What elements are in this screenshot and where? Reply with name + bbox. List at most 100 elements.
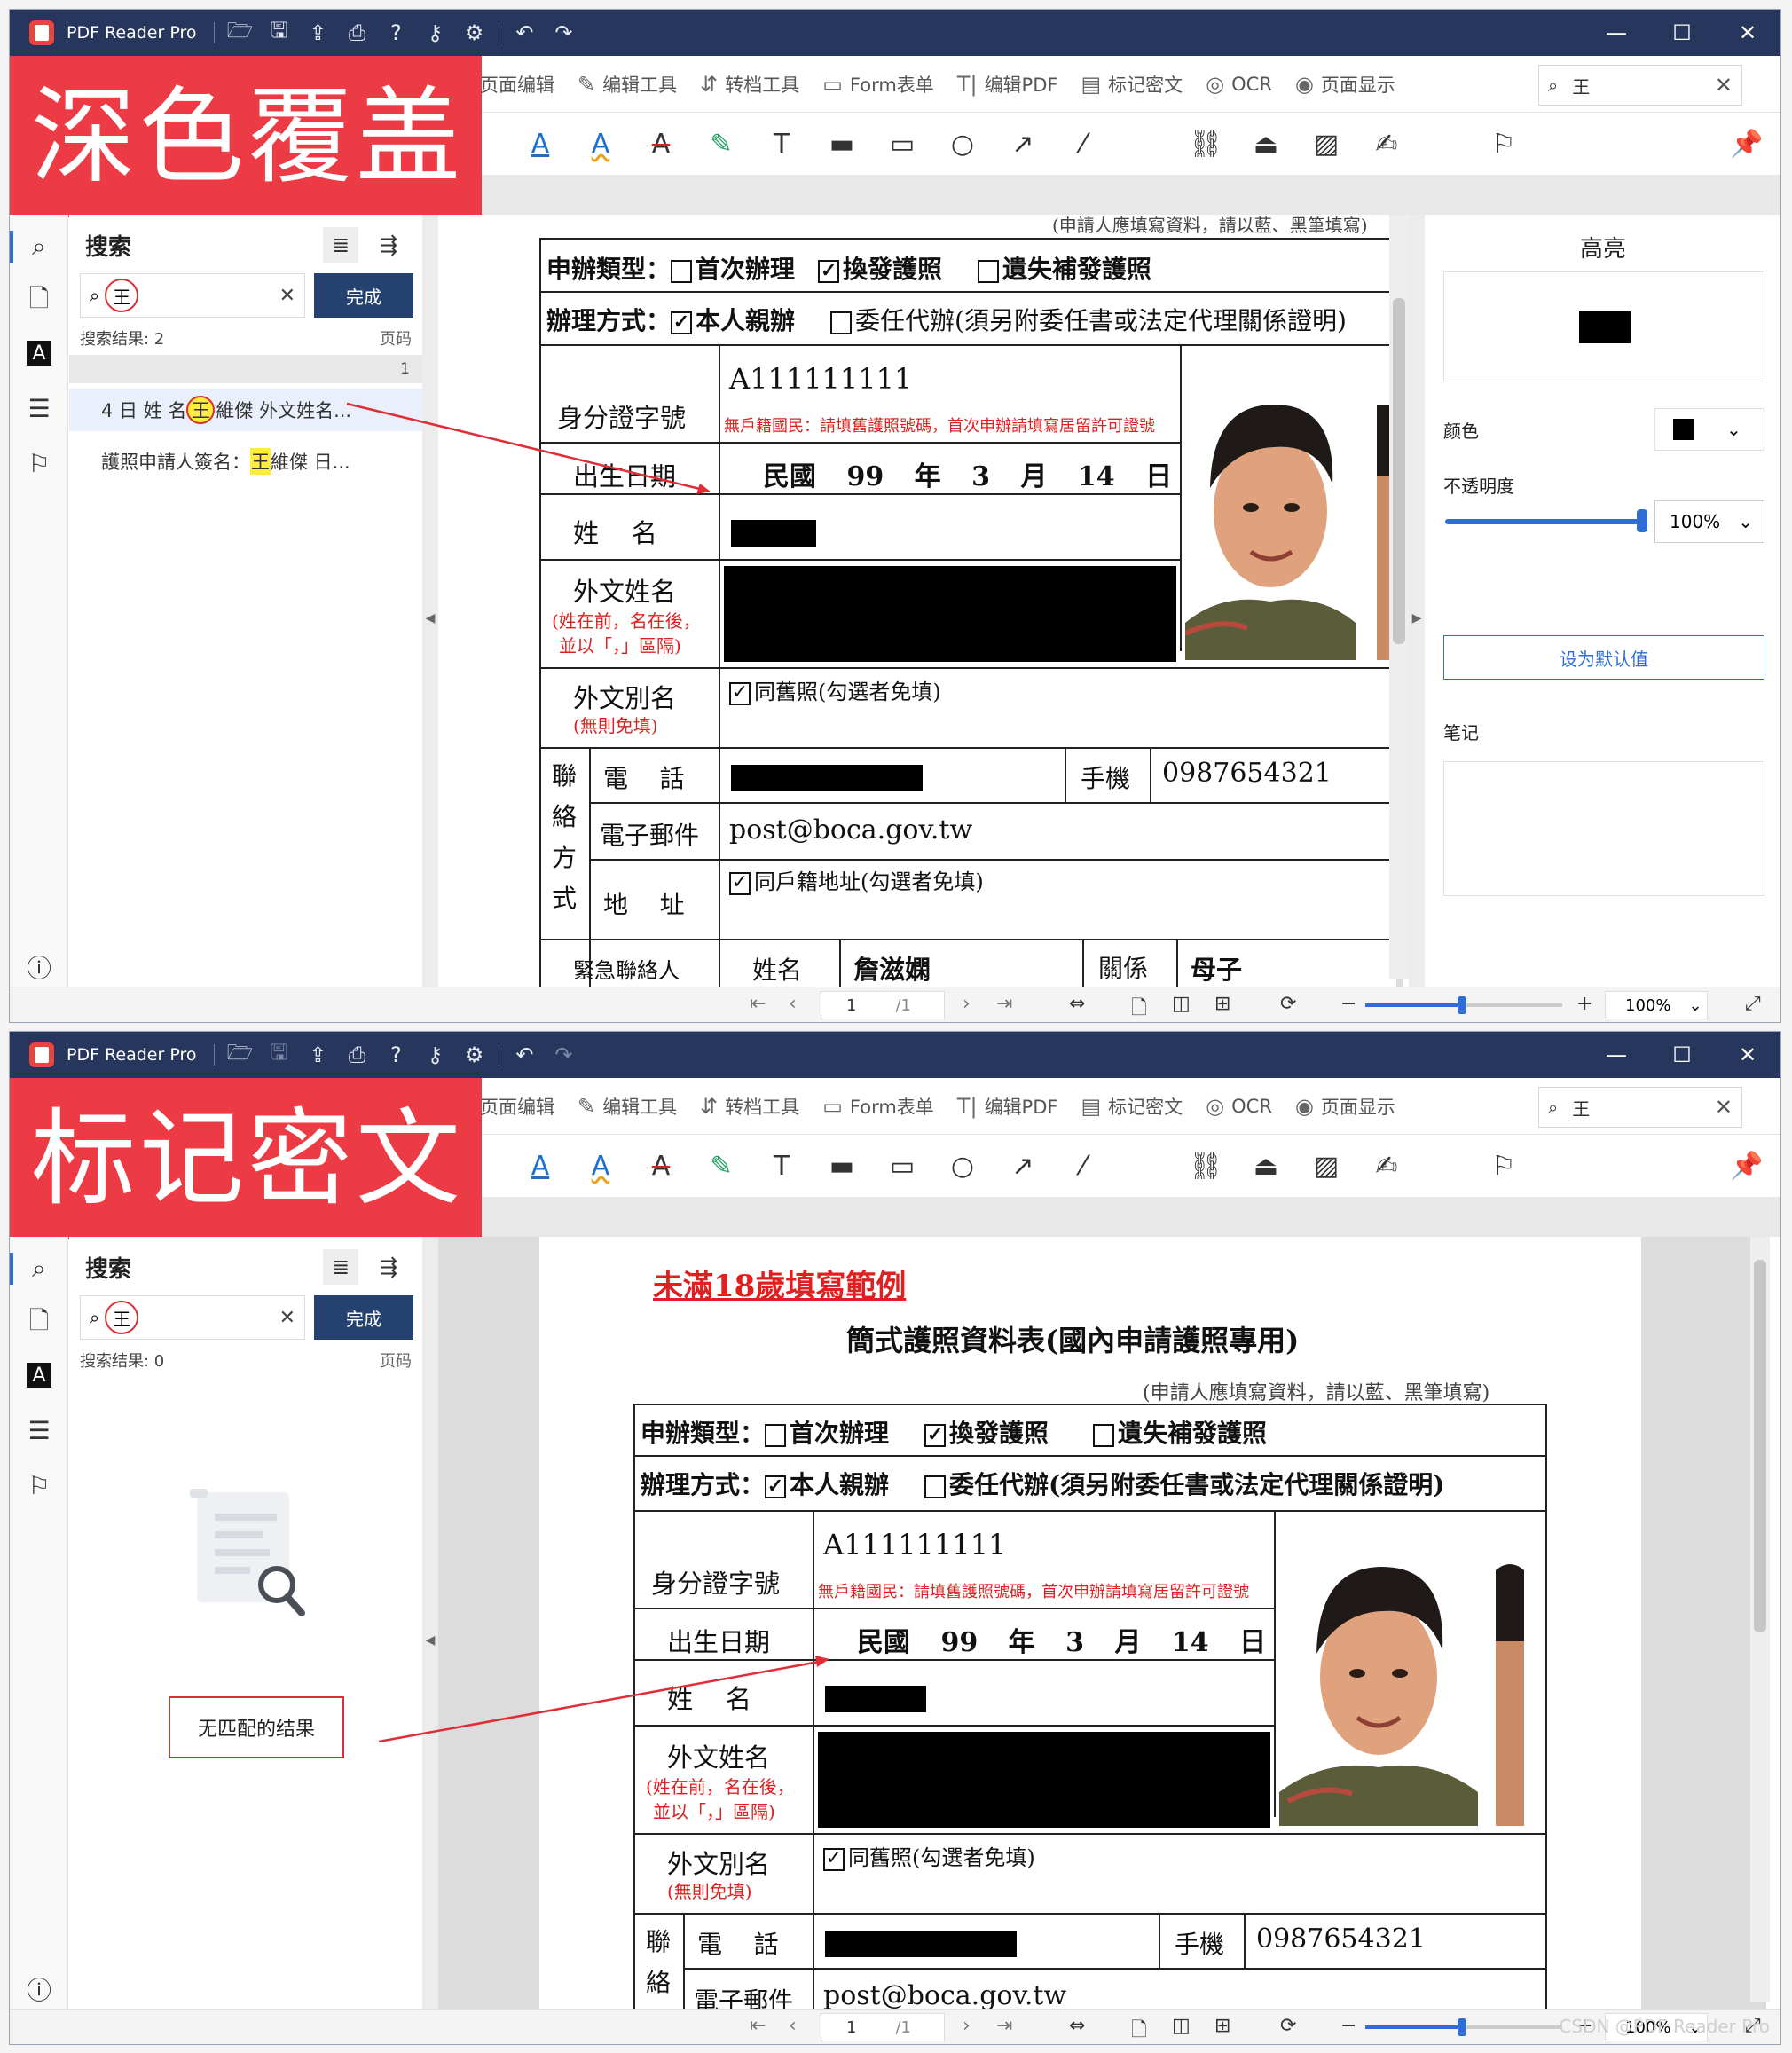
print-icon[interactable]: ⎙ [337, 1042, 376, 1067]
tab-ocr[interactable]: ◎ OCR [1206, 1094, 1272, 1119]
search-result[interactable]: 4 日 姓 名 王 維傑 外文姓名... [69, 389, 422, 431]
pen-icon[interactable]: ✎ [703, 1148, 739, 1184]
tab-edit-tools[interactable]: ✎ 编辑工具 [578, 71, 677, 98]
zoom-slider-thumb[interactable] [1458, 996, 1466, 1014]
page-icon[interactable]: 🗋 [23, 284, 55, 318]
tab-edit-pdf[interactable]: T| 编辑PDF [957, 1093, 1058, 1120]
opacity-slider[interactable] [1445, 519, 1644, 524]
print-icon[interactable]: ⎙ [337, 20, 376, 45]
top-search-field[interactable]: ⌕ 王 ✕ [1538, 65, 1742, 106]
text-underline-icon[interactable]: A [523, 126, 558, 161]
undo-icon[interactable]: ↶ [505, 20, 544, 45]
clear-icon[interactable]: ✕ [279, 1307, 295, 1329]
scroll-mode-icon[interactable]: ⊞ [1214, 993, 1230, 1015]
undo-icon[interactable]: ↶ [505, 1042, 544, 1067]
text-icon[interactable]: A [27, 1363, 51, 1388]
bookmark-icon[interactable]: ⚐ [1486, 1148, 1521, 1184]
page-input[interactable]: 1/1 [821, 991, 945, 1019]
zoom-select[interactable]: 100% ⌄ [1605, 991, 1708, 1019]
note-input[interactable] [1443, 761, 1764, 896]
tab-edit-pdf[interactable]: T| 编辑PDF [957, 71, 1058, 98]
line-icon[interactable]: ⁄ [1065, 126, 1101, 161]
note-icon[interactable]: ▬ [824, 126, 860, 161]
note-icon[interactable]: ▬ [824, 1148, 860, 1184]
clear-icon[interactable]: ✕ [279, 285, 295, 307]
settings-icon[interactable]: ⚙ [454, 20, 493, 45]
open-folder-icon[interactable]: 🗁 [220, 15, 259, 51]
prev-page-icon[interactable]: ‹ [789, 993, 797, 1015]
search-input[interactable]: ⌕ 王 ✕ [80, 1295, 305, 1340]
tab-redact[interactable]: ▤ 标记密文 [1081, 1093, 1183, 1120]
sort-icon[interactable]: ⇶ [371, 227, 406, 263]
two-page-icon[interactable]: ◫ [1172, 993, 1191, 1015]
link-icon[interactable]: ⛓ [1188, 1148, 1223, 1184]
right-collapse-handle[interactable]: ▶ [1409, 215, 1425, 1022]
close-button[interactable]: ✕ [1715, 10, 1780, 56]
page-icon[interactable]: 🗋 [23, 1306, 55, 1340]
search-icon[interactable]: ⌕ [10, 1253, 65, 1285]
first-page-icon[interactable]: ⇤ [750, 993, 766, 1015]
squiggly-icon[interactable]: A [583, 1148, 618, 1184]
tab-form[interactable]: ▭ Form表单 [822, 71, 934, 98]
rectangle-icon[interactable]: ▭ [884, 126, 920, 161]
squiggly-icon[interactable]: A [583, 126, 618, 161]
rotate-icon[interactable]: ⟳ [1280, 993, 1296, 1015]
stamp-icon[interactable]: ⏏ [1248, 1148, 1284, 1184]
share-icon[interactable]: ⇪ [298, 1042, 337, 1067]
save-icon[interactable]: 🖫 [259, 15, 298, 51]
done-button[interactable]: 完成 [314, 1295, 413, 1340]
share-icon[interactable]: ⇪ [298, 20, 337, 45]
image-icon[interactable]: ▨ [1309, 126, 1344, 161]
tab-convert[interactable]: ⇵ 转档工具 [700, 71, 799, 98]
page-input[interactable]: 1/1 [821, 2013, 945, 2041]
bookmark-icon[interactable]: ⚐ [1486, 126, 1521, 161]
opacity-select[interactable]: 100% ⌄ [1654, 500, 1764, 543]
minimize-button[interactable]: — [1584, 10, 1649, 56]
image-icon[interactable]: ▨ [1309, 1148, 1344, 1184]
arrow-icon[interactable]: ↗ [1005, 1148, 1041, 1184]
last-page-icon[interactable]: ⇥ [996, 2015, 1012, 2037]
scroll-mode-icon[interactable]: ⊞ [1214, 2015, 1230, 2037]
fit-width-icon[interactable]: ⇔ [1069, 993, 1085, 1015]
settings-icon[interactable]: ⚙ [454, 1042, 493, 1067]
done-button[interactable]: 完成 [314, 273, 413, 318]
tab-convert[interactable]: ⇵ 转档工具 [700, 1093, 799, 1120]
text-icon[interactable]: A [27, 341, 51, 366]
doc-scrollbar[interactable] [1389, 215, 1409, 979]
redo-icon[interactable]: ↷ [544, 20, 583, 45]
tab-ocr[interactable]: ◎ OCR [1206, 72, 1272, 97]
tab-page-edit[interactable]: 页面编辑 [480, 1093, 554, 1120]
pen-icon[interactable]: ✎ [703, 126, 739, 161]
open-folder-icon[interactable]: 🗁 [220, 1037, 259, 1074]
left-collapse-handle[interactable]: ◀ [422, 215, 438, 1022]
search-result[interactable]: 護照申請人簽名： 王 維傑 日... [69, 440, 422, 483]
signature-icon[interactable]: ✍ [1369, 126, 1404, 161]
redo-icon[interactable]: ↷ [544, 1042, 583, 1067]
help-icon[interactable]: ? [376, 20, 415, 45]
zoom-out-icon[interactable]: − [1340, 2015, 1356, 2037]
last-page-icon[interactable]: ⇥ [996, 993, 1012, 1015]
tab-view[interactable]: ◉ 页面显示 [1295, 71, 1395, 98]
line-icon[interactable]: ⁄ [1065, 1148, 1101, 1184]
search-icon[interactable]: ⌕ [10, 231, 65, 263]
tab-edit-tools[interactable]: ✎ 编辑工具 [578, 1093, 677, 1120]
bookmark-icon[interactable]: ⚐ [23, 1469, 55, 1501]
clear-icon[interactable]: ✕ [1715, 1095, 1733, 1120]
maximize-button[interactable]: ☐ [1649, 10, 1715, 56]
single-page-icon[interactable]: 🗋 [1131, 993, 1147, 1022]
minimize-button[interactable]: — [1584, 1032, 1649, 1078]
tab-view[interactable]: ◉ 页面显示 [1295, 1093, 1395, 1120]
fullscreen-icon[interactable]: ⤢ [1745, 993, 1761, 1015]
pin-icon[interactable]: 📌 [1729, 126, 1764, 161]
tab-redact[interactable]: ▤ 标记密文 [1081, 71, 1183, 98]
arrow-icon[interactable]: ↗ [1005, 126, 1041, 161]
next-page-icon[interactable]: › [963, 2015, 971, 2037]
text-box-icon[interactable]: T [764, 126, 799, 161]
link-icon[interactable]: ⛓ [1188, 126, 1223, 161]
rectangle-icon[interactable]: ▭ [884, 1148, 920, 1184]
maximize-button[interactable]: ☐ [1649, 1032, 1715, 1078]
doc-scrollbar[interactable] [1750, 1237, 1770, 2002]
help-icon[interactable]: ? [376, 1042, 415, 1067]
left-collapse-handle[interactable]: ◀ [422, 1237, 438, 2044]
key-icon[interactable]: ⚷ [415, 20, 454, 45]
